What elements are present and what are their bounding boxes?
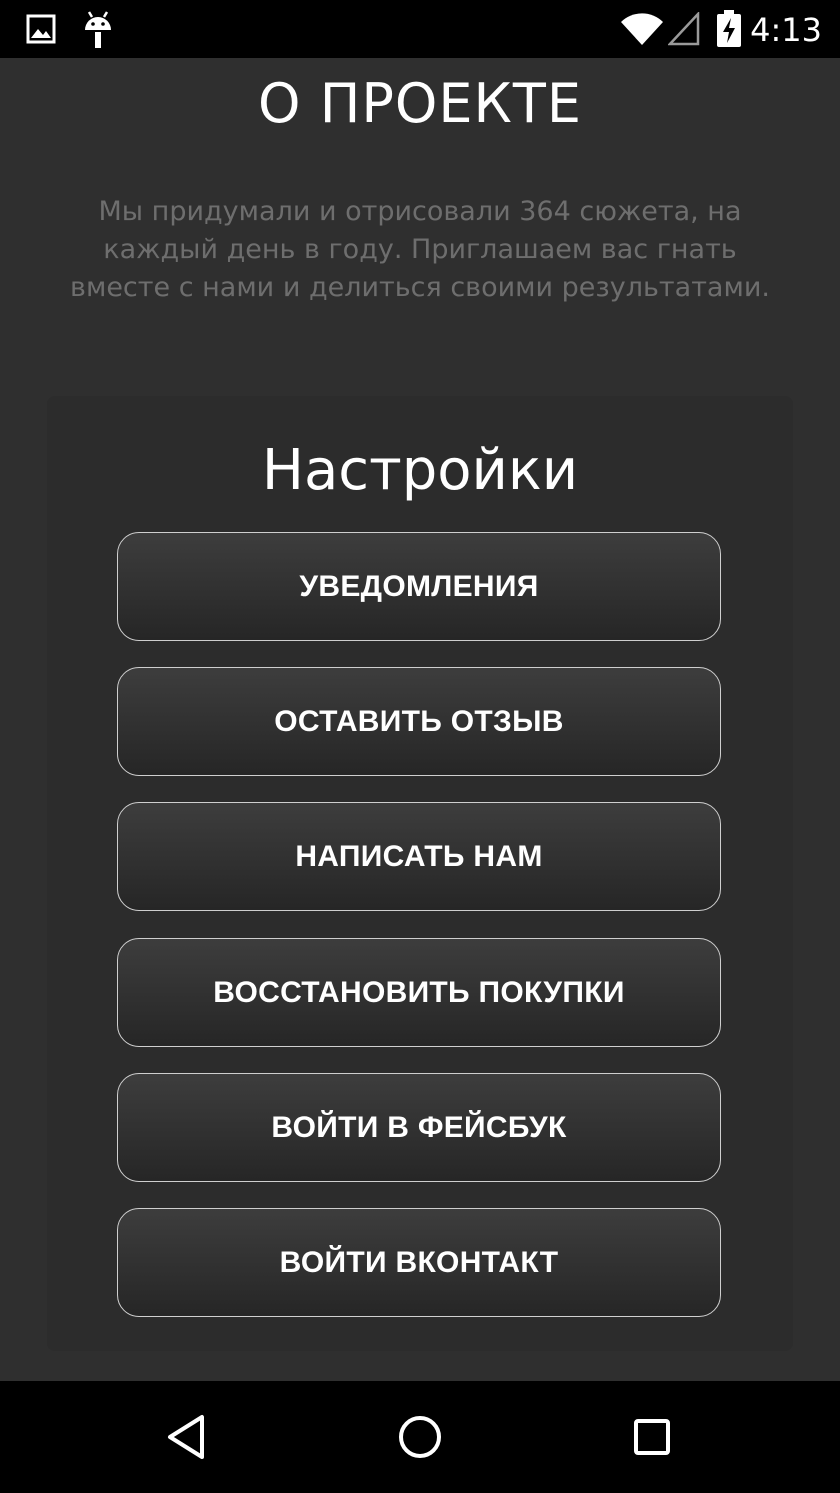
notifications-button[interactable]: УВЕДОМЛЕНИЯ xyxy=(117,532,721,641)
recents-icon[interactable] xyxy=(622,1407,682,1467)
leave-review-button[interactable]: ОСТАВИТЬ ОТЗЫВ xyxy=(117,667,721,776)
login-vk-button[interactable]: ВОЙТИ ВКОНТАКТ xyxy=(117,1208,721,1317)
back-icon[interactable] xyxy=(158,1407,218,1467)
battery-charging-icon xyxy=(717,10,741,47)
settings-panel: Настройки УВЕДОМЛЕНИЯ ОСТАВИТЬ ОТЗЫВ НАП… xyxy=(47,396,793,1351)
about-description: Мы придумали и отрисовали 364 сюжета, на… xyxy=(70,196,770,303)
navigation-bar xyxy=(0,1381,840,1493)
main-content: О ПРОЕКТЕ Мы придумали и отрисовали 364 … xyxy=(0,58,840,1381)
settings-title: Настройки xyxy=(261,438,579,503)
image-icon xyxy=(26,14,56,44)
signal-icon xyxy=(668,12,700,46)
wifi-icon xyxy=(621,13,663,45)
write-us-button[interactable]: НАПИСАТЬ НАМ xyxy=(117,802,721,911)
home-icon[interactable] xyxy=(390,1407,450,1467)
login-facebook-button[interactable]: ВОЙТИ В ФЕЙСБУК xyxy=(117,1073,721,1182)
about-title: О ПРОЕКТЕ xyxy=(258,72,582,135)
restore-purchases-button[interactable]: ВОССТАНОВИТЬ ПОКУПКИ xyxy=(117,938,721,1047)
status-time: 4:13 xyxy=(750,11,822,49)
android-icon xyxy=(85,11,111,48)
status-bar: 4:13 xyxy=(0,0,840,58)
